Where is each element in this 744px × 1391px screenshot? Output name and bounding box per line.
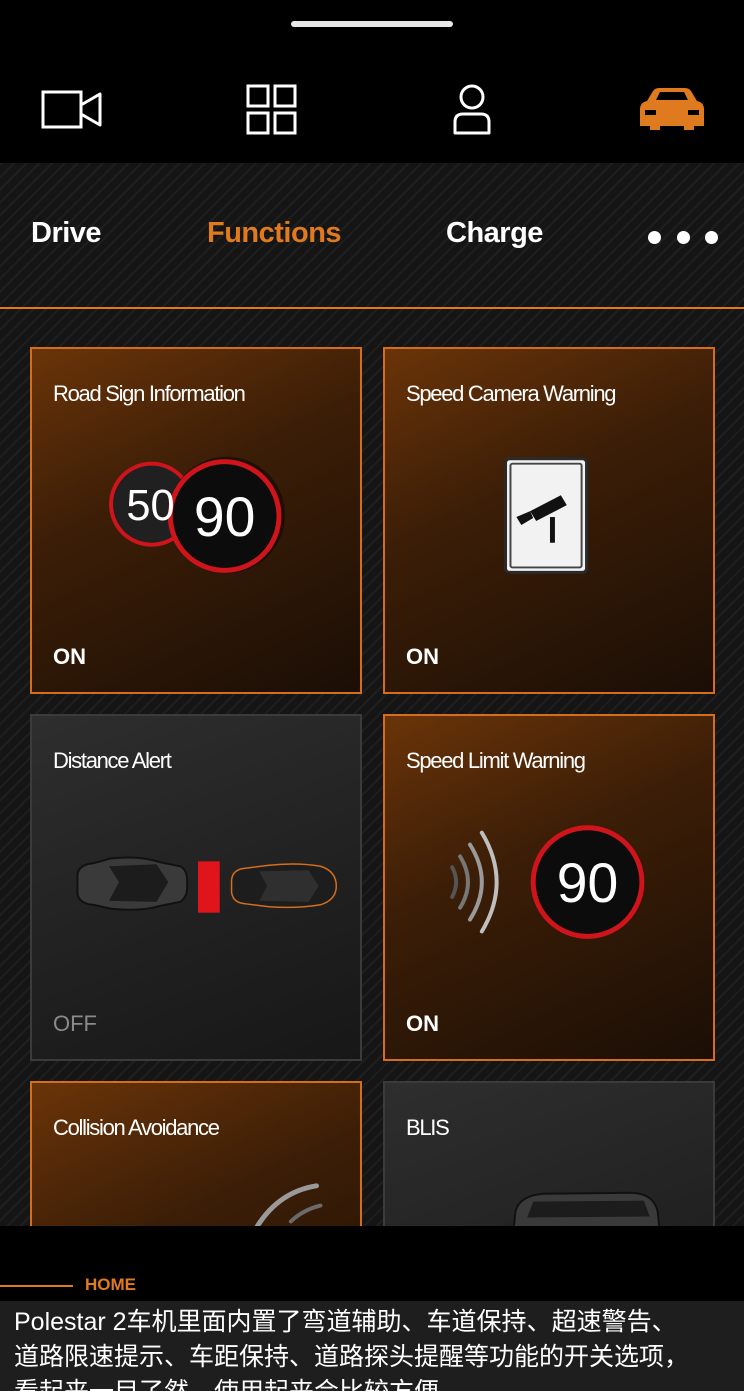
bottom-bar: HOME (0, 1226, 744, 1303)
road-sign-icon: 50 90 (109, 456, 285, 574)
top-navigation (0, 60, 744, 160)
road-sign-value-90: 90 (194, 486, 256, 548)
home-indicator[interactable] (291, 21, 453, 27)
car-icon[interactable] (637, 80, 707, 140)
speed-limit-value: 90 (557, 852, 619, 914)
caption-line: 道路限速提示、车距保持、道路探头提醒等功能的开关选项， (14, 1343, 690, 1371)
tab-bar: Drive Functions Charge (0, 163, 744, 309)
card-status: OFF (53, 1011, 97, 1036)
video-camera-icon[interactable] (37, 80, 107, 140)
tab-functions[interactable]: Functions (207, 217, 342, 250)
card-speed-camera-warning[interactable]: Speed Camera Warning ON (383, 347, 715, 694)
card-status: ON (53, 644, 86, 669)
card-collision-avoidance[interactable]: Collision Avoidance (30, 1081, 362, 1226)
card-speed-limit-warning[interactable]: Speed Limit Warning 90 ON (383, 714, 715, 1061)
speed-camera-icon (504, 457, 589, 574)
caption-line: Polestar 2车机里面内置了弯道辅助、车道保持、超速警告、 (14, 1308, 677, 1336)
tab-charge[interactable]: Charge (446, 217, 543, 250)
road-sign-value-50: 50 (126, 482, 174, 530)
tab-drive[interactable]: Drive (31, 217, 102, 250)
functions-grid: Road Sign Information 50 90 ON Speed Cam… (0, 309, 744, 1226)
user-icon[interactable] (437, 80, 507, 140)
more-options-icon[interactable] (648, 231, 718, 245)
grid-icon[interactable] (237, 80, 307, 140)
card-blis[interactable]: BLIS (383, 1081, 715, 1226)
distance-alert-icon (76, 856, 338, 913)
card-distance-alert[interactable]: Distance Alert OFF (30, 714, 362, 1061)
collision-avoidance-icon (254, 1183, 323, 1226)
card-status: ON (406, 1011, 439, 1036)
caption-line: 看起来一目了然，使用起来会比较方便。 (14, 1375, 744, 1391)
blis-icon (512, 1191, 661, 1226)
home-link[interactable]: HOME (85, 1275, 136, 1295)
caption-overlay: Polestar 2车机里面内置了弯道辅助、车道保持、超速警告、 道路限速提示、… (0, 1301, 744, 1391)
home-divider (0, 1285, 73, 1287)
speed-limit-icon: 90 (450, 825, 645, 939)
card-status: ON (406, 644, 439, 669)
card-road-sign-information[interactable]: Road Sign Information 50 90 ON (30, 347, 362, 694)
